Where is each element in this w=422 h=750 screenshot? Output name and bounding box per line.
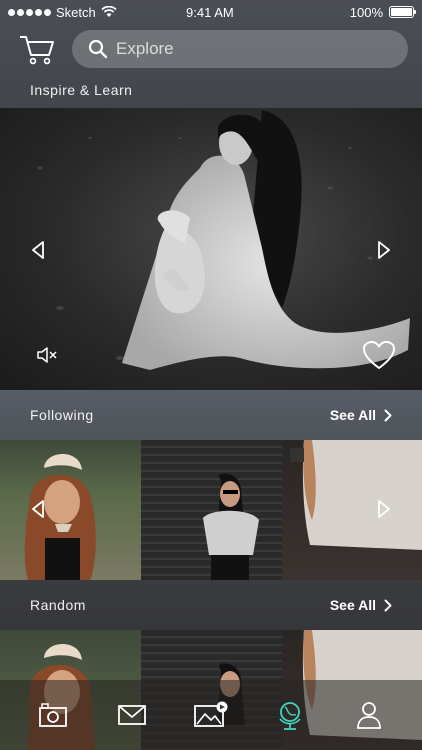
section-title-random: Random xyxy=(30,597,86,613)
tab-bar xyxy=(0,680,422,750)
time-label: 9:41 AM xyxy=(186,4,234,20)
section-title-inspire: Inspire & Learn xyxy=(30,82,133,98)
gallery-icon xyxy=(194,701,228,727)
photo-detail-3 xyxy=(290,440,422,550)
status-bar: Sketch 9:41 AM 100% xyxy=(0,0,422,24)
see-all-label: See All xyxy=(329,597,376,613)
battery-icon xyxy=(389,6,416,18)
carrier-label: Sketch xyxy=(56,4,96,20)
heart-icon[interactable] xyxy=(362,340,396,370)
tab-messages[interactable] xyxy=(112,695,152,735)
search-bar[interactable] xyxy=(72,30,408,68)
profile-icon xyxy=(356,702,381,729)
mute-icon[interactable] xyxy=(36,346,58,364)
battery-label: 100% xyxy=(349,4,383,20)
hero-media[interactable] xyxy=(0,108,422,390)
photo-portrait-1 xyxy=(24,454,96,580)
random-see-all-link[interactable]: See All xyxy=(330,597,392,613)
search-input[interactable] xyxy=(116,39,376,59)
hero-image xyxy=(37,110,410,370)
following-photo-2[interactable] xyxy=(141,440,282,580)
section-title-following: Following xyxy=(30,407,94,423)
wifi-icon xyxy=(101,6,117,17)
mail-icon xyxy=(118,705,147,725)
hero-next-arrow-icon[interactable] xyxy=(372,239,394,261)
following-prev-arrow-icon[interactable] xyxy=(28,498,50,520)
following-see-all-link[interactable]: See All xyxy=(330,407,392,423)
chevron-right-icon xyxy=(384,599,392,611)
chevron-right-icon xyxy=(384,409,392,421)
following-photo-1[interactable] xyxy=(0,440,141,580)
following-carousel[interactable] xyxy=(0,440,422,580)
see-all-label: See All xyxy=(329,407,376,423)
status-right: 100% xyxy=(349,4,416,20)
tab-camera[interactable] xyxy=(33,695,73,735)
camera-icon xyxy=(39,703,68,727)
following-photo-3[interactable] xyxy=(282,440,422,580)
tab-explore[interactable] xyxy=(270,695,310,735)
photo-portrait-2 xyxy=(203,473,259,580)
following-next-arrow-icon[interactable] xyxy=(372,498,394,520)
tab-profile[interactable] xyxy=(349,695,389,735)
status-left: Sketch xyxy=(8,5,117,20)
search-icon xyxy=(88,39,108,59)
cart-button[interactable] xyxy=(18,32,56,66)
hero-prev-arrow-icon[interactable] xyxy=(28,239,50,261)
signal-icon xyxy=(8,8,51,16)
top-bar xyxy=(0,28,422,72)
globe-icon xyxy=(279,702,301,730)
tab-gallery[interactable] xyxy=(191,695,231,735)
cart-icon xyxy=(20,36,54,65)
